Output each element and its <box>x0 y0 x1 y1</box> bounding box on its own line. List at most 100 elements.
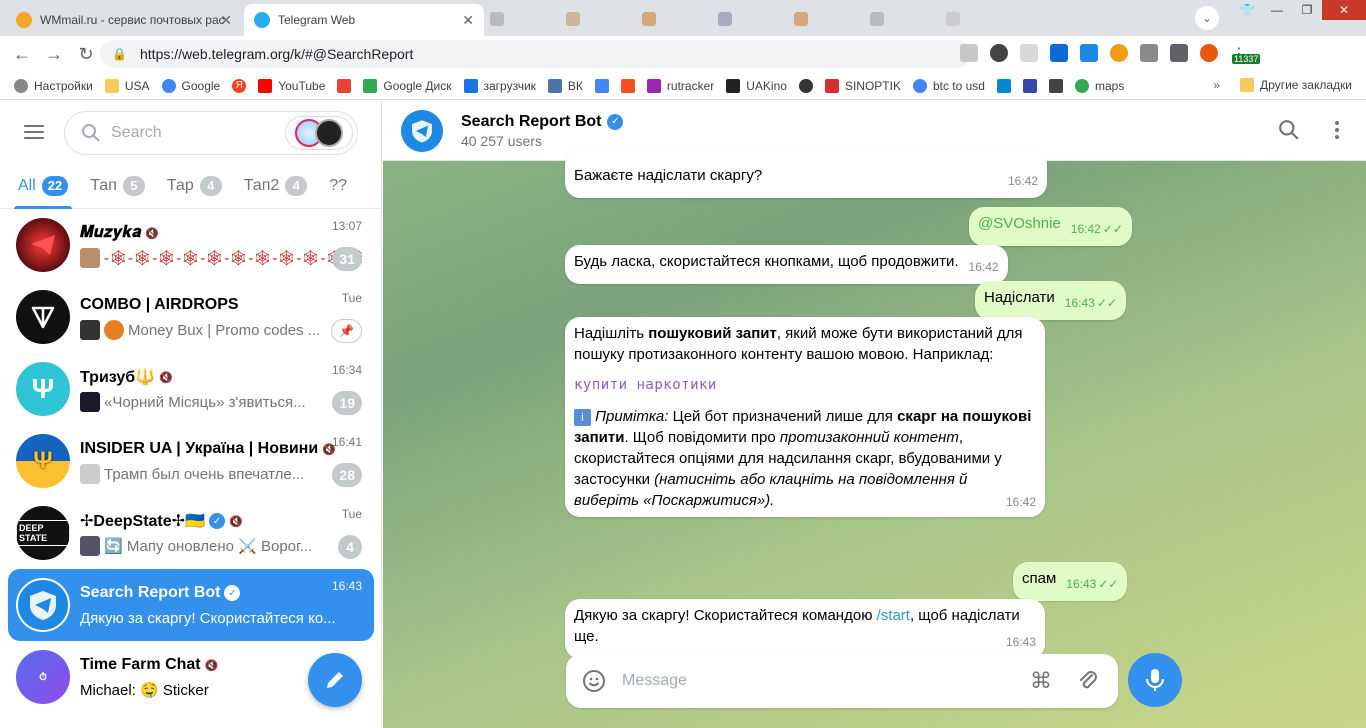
message-out[interactable]: спам 16:43 ✓✓ <box>1013 562 1128 601</box>
chat-item-tryzub[interactable]: Ψ Тризуб🔱 🔇 «Чорний Місяць» з'явиться... … <box>8 353 374 425</box>
message-composer[interactable]: Message ⌘ <box>566 654 1118 708</box>
bookmark-btc-usd[interactable]: btc to usd <box>912 78 985 93</box>
read-checks-icon: ✓✓ <box>1102 222 1123 236</box>
bookmark-arrow[interactable] <box>1022 78 1037 93</box>
browser-tab-title: WMmail.ru - сервис почтовых рас <box>40 13 225 27</box>
forward-icon[interactable]: → <box>42 44 66 65</box>
ublock-icon[interactable] <box>990 44 1008 62</box>
unread-badge: 31 <box>332 247 362 271</box>
bookmark-google[interactable]: Google <box>161 78 220 93</box>
paper-plane-icon <box>31 235 55 255</box>
preview-thumbnail <box>80 464 100 484</box>
bookmark-rutracker[interactable]: rutracker <box>646 78 714 93</box>
message-in[interactable]: Будь ласка, скористайтеся кнопками, щоб … <box>565 245 1008 284</box>
folder-count: 4 <box>285 175 308 196</box>
url-field[interactable]: 🔒 https://web.telegram.org/k/#@SearchRep… <box>100 40 970 68</box>
message-text: спам <box>1022 570 1057 587</box>
bookmark-sinoptik[interactable]: SINOPTIK <box>824 78 901 93</box>
maximize-icon[interactable]: ❐ <box>1292 0 1322 20</box>
close-tab-icon[interactable]: ✕ <box>462 12 474 29</box>
extension-badge: 11337 <box>1232 54 1261 64</box>
more-bookmarks-icon[interactable]: » <box>1213 78 1220 92</box>
tab-more[interactable]: ?? <box>329 163 347 209</box>
tab-tar[interactable]: Тар 4 <box>167 163 222 209</box>
message-in[interactable]: Бажаєте надіслати скаргу? 16:42 <box>565 149 1047 198</box>
chat-sidebar: Search All 22 Тап 5 Тар 4 Тап2 4 ?? 𝑴𝒖𝒛𝒚𝒌𝒂 🔇 … <box>0 101 382 728</box>
collapsed-tab[interactable] <box>870 8 940 30</box>
puzzle-icon[interactable] <box>1140 44 1158 62</box>
collapsed-tab[interactable] <box>718 8 788 30</box>
briefcase-icon[interactable] <box>1020 44 1038 62</box>
bookmark-usa[interactable]: USA <box>104 78 150 93</box>
message-out[interactable]: Надіслати 16:43 ✓✓ <box>975 281 1126 320</box>
bookmark-yandex[interactable]: Я <box>232 78 247 93</box>
message-in[interactable]: Дякую за скаргу! Скористайтеся командою … <box>565 599 1045 659</box>
bot-commands-icon[interactable]: ⌘ <box>1030 668 1052 694</box>
chat-preview: Money Bux | Promo codes ... <box>128 321 321 339</box>
menu-icon[interactable] <box>24 125 44 139</box>
message-in-long[interactable]: Надішліть пошуковий запит, який може бут… <box>565 317 1045 517</box>
other-bookmarks[interactable]: » Другие закладки <box>1213 78 1352 92</box>
bookmark-figure[interactable] <box>798 78 813 93</box>
start-command-link[interactable]: /start <box>877 607 910 624</box>
bookmark-youtube[interactable]: YouTube <box>258 78 325 93</box>
reload-icon[interactable]: ↻ <box>74 44 98 65</box>
bookmark-vk[interactable]: ВК <box>547 78 583 93</box>
attach-icon[interactable] <box>1076 669 1100 693</box>
bookmark-bc[interactable] <box>1048 78 1063 93</box>
download-ext-icon[interactable] <box>1080 44 1098 62</box>
profile-avatar[interactable] <box>1200 44 1218 62</box>
browser-tab-wmmail[interactable]: WMmail.ru - сервис почтовых рас ✕ <box>6 4 242 36</box>
tab-all[interactable]: All 22 <box>13 163 73 209</box>
close-tab-icon[interactable]: ✕ <box>220 12 232 29</box>
v-extension-icon[interactable] <box>1050 44 1068 62</box>
chat-item-insider-ua[interactable]: Ψ INSIDER UA | Україна | Новини 🔇 Трамп б… <box>8 425 374 497</box>
browser-tab-strip: WMmail.ru - сервис почтовых рас ✕ Telegr… <box>0 0 1366 36</box>
bookmark-translate[interactable] <box>594 78 609 93</box>
bookmark-settings[interactable]: Настройки <box>14 78 93 93</box>
chat-preview: Трамп был очень впечатле... <box>104 465 305 483</box>
new-message-button[interactable] <box>308 653 362 707</box>
tab-tap[interactable]: Тап 5 <box>90 163 145 209</box>
minimize-icon[interactable]: — <box>1262 0 1292 20</box>
search-input[interactable]: Search <box>64 111 358 155</box>
close-window-icon[interactable]: ✕ <box>1322 0 1366 20</box>
tab-tap2[interactable]: Тап2 4 <box>244 163 308 209</box>
collapsed-tab[interactable] <box>490 8 560 30</box>
story-avatars[interactable] <box>285 116 353 150</box>
chat-item-muzyka[interactable]: 𝑴𝒖𝒛𝒚𝒌𝒂 🔇 -🕸-🕸-🕸-🕸-🕸-🕸-🕸-🕸-🕸-🕸-🕸 13:07 31 <box>8 209 374 281</box>
emoji-icon[interactable] <box>582 669 606 693</box>
search-icon[interactable] <box>1278 119 1300 141</box>
chat-preview: Michael: 🤤 Sticker <box>80 682 209 699</box>
chat-title: ✢DeepState✢🇺🇦 <box>80 513 205 530</box>
bookmark-gmail[interactable] <box>337 78 352 93</box>
bookmark-f[interactable] <box>620 78 635 93</box>
google-icon <box>161 78 176 93</box>
message-out[interactable]: @SVOshnie 16:42 ✓✓ <box>969 207 1132 246</box>
bookmark-downloader[interactable]: загрузчик <box>463 78 536 93</box>
story-avatar <box>315 119 343 147</box>
message-time: 16:42 <box>1005 495 1036 509</box>
collapsed-tab[interactable] <box>946 8 1016 30</box>
example-query[interactable]: купити наркотики <box>574 375 1036 396</box>
back-icon[interactable]: ← <box>10 44 34 65</box>
more-options-icon[interactable] <box>1334 119 1340 141</box>
collapsed-tab[interactable] <box>642 8 712 30</box>
bookmark-uakino[interactable]: UAKino <box>726 78 787 93</box>
chat-item-deepstate[interactable]: DEEP STATE ✢DeepState✢🇺🇦 ✓ 🔇 🔄 Мапу оновле… <box>8 497 374 569</box>
bookmark-p[interactable] <box>996 78 1011 93</box>
downloads-icon[interactable] <box>1170 44 1188 62</box>
collapsed-tabs <box>490 8 1016 30</box>
bookmark-maps[interactable]: maps <box>1074 78 1124 93</box>
globe-icon[interactable] <box>960 44 978 62</box>
collapsed-tab[interactable] <box>794 8 864 30</box>
account-icon[interactable]: 👕 <box>1232 0 1262 20</box>
chat-item-combo-airdrops[interactable]: COMBO | AIRDROPS Money Bux | Promo codes… <box>8 281 374 353</box>
tab-search-icon[interactable]: ⌄ <box>1195 6 1219 30</box>
voice-record-button[interactable] <box>1128 653 1182 707</box>
chat-item-search-report-bot[interactable]: Search Report Bot ✓ Дякую за скаргу! Скор… <box>8 569 374 641</box>
bookmark-google-drive[interactable]: Google Диск <box>363 78 452 93</box>
browser-tab-telegram[interactable]: Telegram Web ✕ <box>244 4 484 36</box>
collapsed-tab[interactable] <box>566 8 636 30</box>
bitcoin-icon[interactable] <box>1110 44 1128 62</box>
